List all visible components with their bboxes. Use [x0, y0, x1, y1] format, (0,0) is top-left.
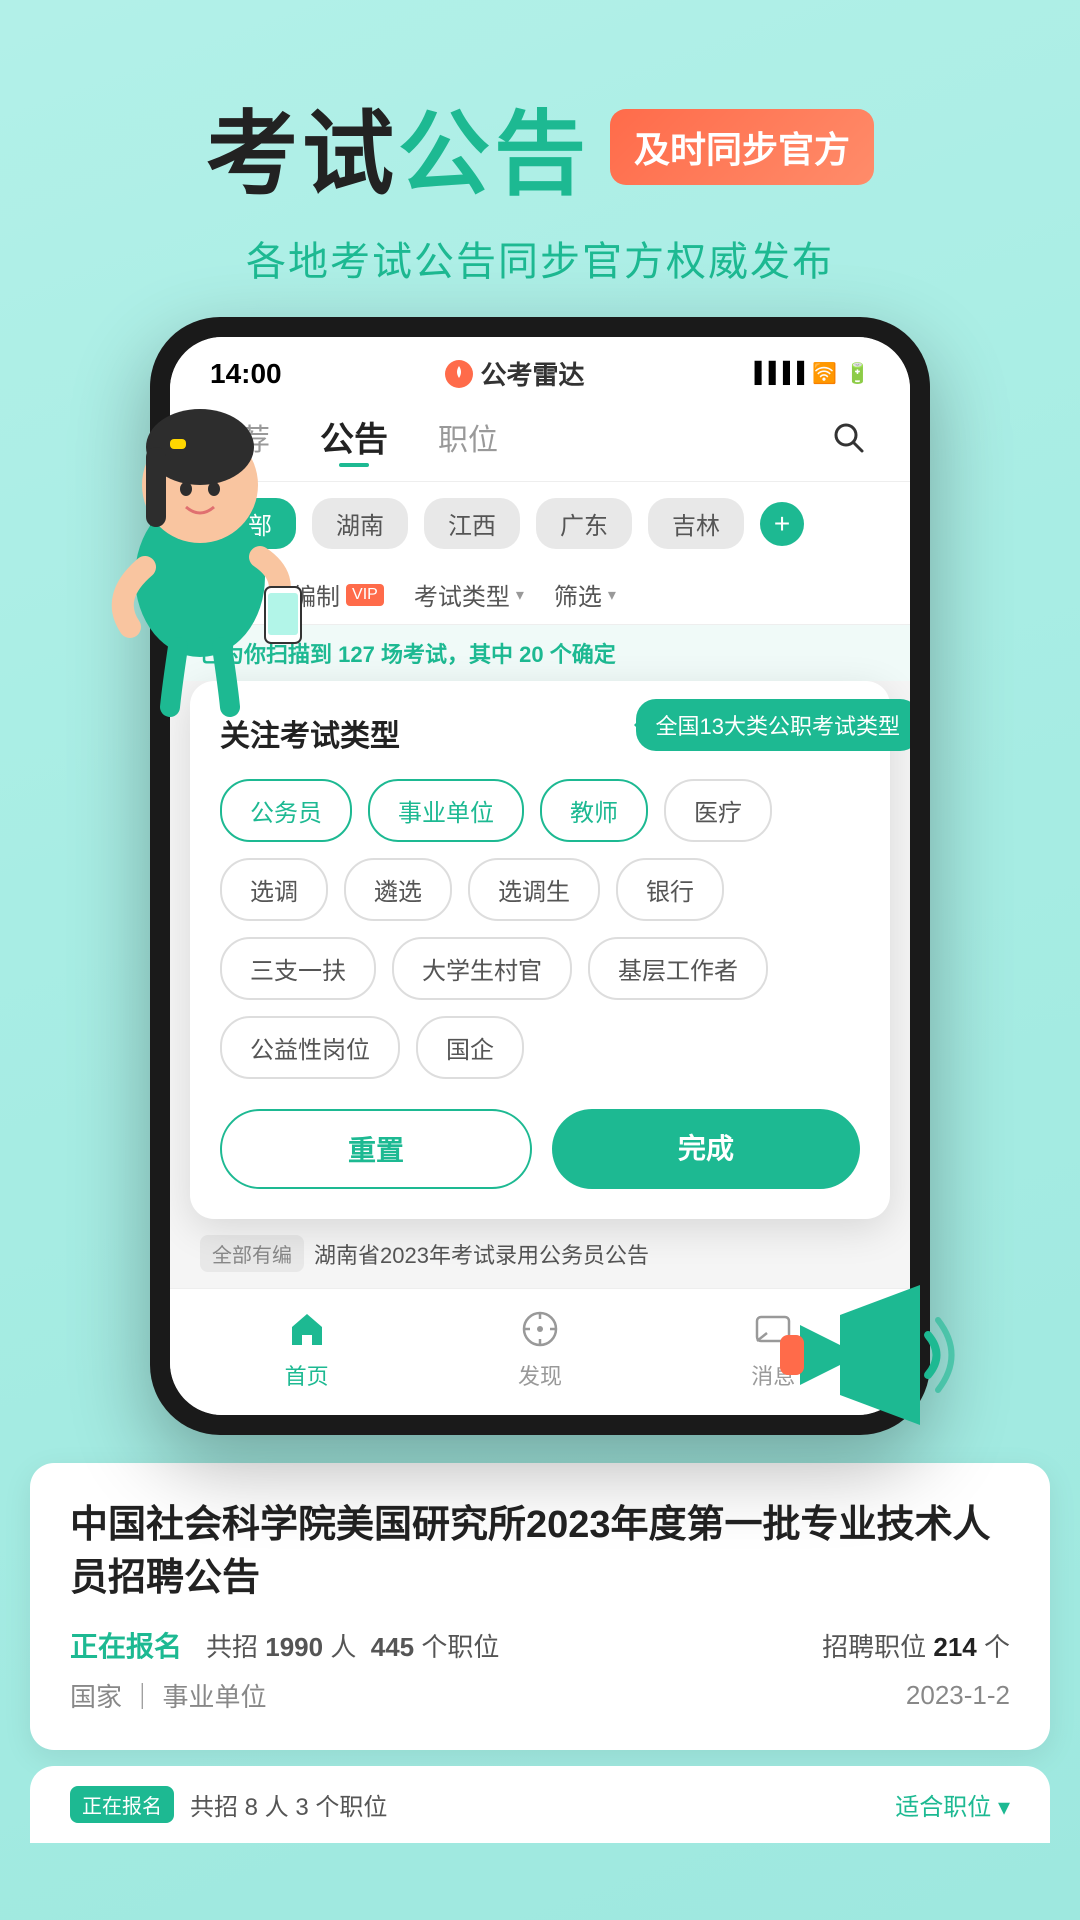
reset-button[interactable]: 重置: [220, 1109, 532, 1189]
region-jiangxi[interactable]: 江西: [424, 498, 520, 549]
tab-position[interactable]: 职位: [438, 415, 498, 459]
positions-count: 招聘职位 214 个: [822, 1627, 1010, 1664]
nav-discover-label: 发现: [518, 1359, 562, 1391]
megaphone-illustration: [760, 1255, 960, 1455]
total-count: 共招 1990 人 445 个职位: [206, 1627, 499, 1664]
tag-civil-servant[interactable]: 公务员: [220, 779, 352, 842]
tag-welfare-post[interactable]: 公益性岗位: [220, 1016, 400, 1079]
partial-count: 共招 8 人 3 个职位: [190, 1787, 387, 1822]
hero-badge: 及时同步官方: [610, 109, 874, 185]
status-recruiting: 正在报名: [70, 1625, 182, 1665]
tag-teacher[interactable]: 教师: [540, 779, 648, 842]
tab-announcement[interactable]: 公告: [320, 412, 388, 461]
card-date: 2023-1-2: [906, 1680, 1010, 1711]
region-hunan[interactable]: 湖南: [312, 498, 408, 549]
snip-badge: 全部有编: [200, 1235, 304, 1272]
main-announcement-card[interactable]: 中国社会科学院美国研究所2023年度第一批专业技术人员招聘公告 正在报名 共招 …: [30, 1463, 1050, 1750]
modal-overlay: 关注考试类型 公务员 事业单位 教师 医疗 选调 遴选 选调生 银行 三支一扶 …: [170, 681, 910, 1219]
hero-title-part2: 公告: [398, 104, 590, 206]
discover-icon: [516, 1305, 564, 1353]
done-button[interactable]: 完成: [552, 1109, 860, 1189]
filter-exam-type[interactable]: 考试类型 ▾: [414, 577, 524, 612]
tag-xuandiao[interactable]: 选调: [220, 858, 328, 921]
tag-village-official[interactable]: 大学生村官: [392, 937, 572, 1000]
main-content-area: 中国社会科学院美国研究所2023年度第一批专业技术人员招聘公告 正在报名 共招 …: [0, 1463, 1080, 1843]
nav-home-label: 首页: [285, 1359, 329, 1391]
partial-card-left: 正在报名 共招 8 人 3 个职位: [70, 1786, 387, 1823]
hero-subtitle: 各地考试公告同步官方权威发布: [0, 229, 1080, 287]
tag-shiye[interactable]: 事业单位: [368, 779, 524, 842]
modal-actions: 重置 完成: [220, 1109, 860, 1189]
nav-discover[interactable]: 发现: [516, 1305, 564, 1391]
nav-home[interactable]: 首页: [283, 1305, 331, 1391]
hero-title-row: 考试公告 及时同步官方: [0, 80, 1080, 213]
exam-type-tooltip: 全国13大类公职考试类型: [636, 699, 910, 751]
tag-linxuan[interactable]: 遴选: [344, 858, 452, 921]
filter-screen[interactable]: 筛选 ▾: [554, 577, 616, 612]
card-meta-row: 正在报名 共招 1990 人 445 个职位 招聘职位 214 个: [70, 1625, 1010, 1665]
tag-grassroots[interactable]: 基层工作者: [588, 937, 768, 1000]
status-icons: ▐▐▐▐ 🛜 🔋: [747, 361, 870, 386]
tag-sanzhiyifu[interactable]: 三支一扶: [220, 937, 376, 1000]
character-illustration: [90, 377, 310, 717]
card-category: 国家 ｜ 事业单位: [70, 1677, 266, 1714]
hero-section: 考试公告 及时同步官方 各地考试公告同步官方权威发布: [0, 0, 1080, 317]
status-app-name: 公考雷达: [445, 355, 585, 392]
tag-bank[interactable]: 银行: [616, 858, 724, 921]
announcement-title: 中国社会科学院美国研究所2023年度第一批专业技术人员招聘公告: [70, 1499, 1010, 1605]
tag-state-owned[interactable]: 国企: [416, 1016, 524, 1079]
hero-title-part1: 考试: [206, 104, 398, 206]
partial-card[interactable]: 正在报名 共招 8 人 3 个职位 适合职位 ▾: [30, 1766, 1050, 1843]
partial-status-badge: 正在报名: [70, 1786, 174, 1823]
search-icon[interactable]: [826, 415, 870, 459]
tag-medical[interactable]: 医疗: [664, 779, 772, 842]
region-guangdong[interactable]: 广东: [536, 498, 632, 549]
region-add-button[interactable]: +: [760, 502, 804, 546]
card-footer: 国家 ｜ 事业单位 2023-1-2: [70, 1677, 1010, 1714]
home-icon: [283, 1305, 331, 1353]
tag-xuandiaosheng[interactable]: 选调生: [468, 858, 600, 921]
exam-tag-grid: 公务员 事业单位 教师 医疗 选调 遴选 选调生 银行 三支一扶 大学生村官 基…: [220, 779, 860, 1079]
region-jilin[interactable]: 吉林: [648, 498, 744, 549]
hero-title: 考试公告: [206, 80, 590, 213]
exam-type-modal: 关注考试类型 公务员 事业单位 教师 医疗 选调 遴选 选调生 银行 三支一扶 …: [190, 681, 890, 1219]
snip-text: 湖南省2023年考试录用公务员公告: [314, 1238, 649, 1270]
suitable-positions[interactable]: 适合职位 ▾: [895, 1787, 1010, 1822]
